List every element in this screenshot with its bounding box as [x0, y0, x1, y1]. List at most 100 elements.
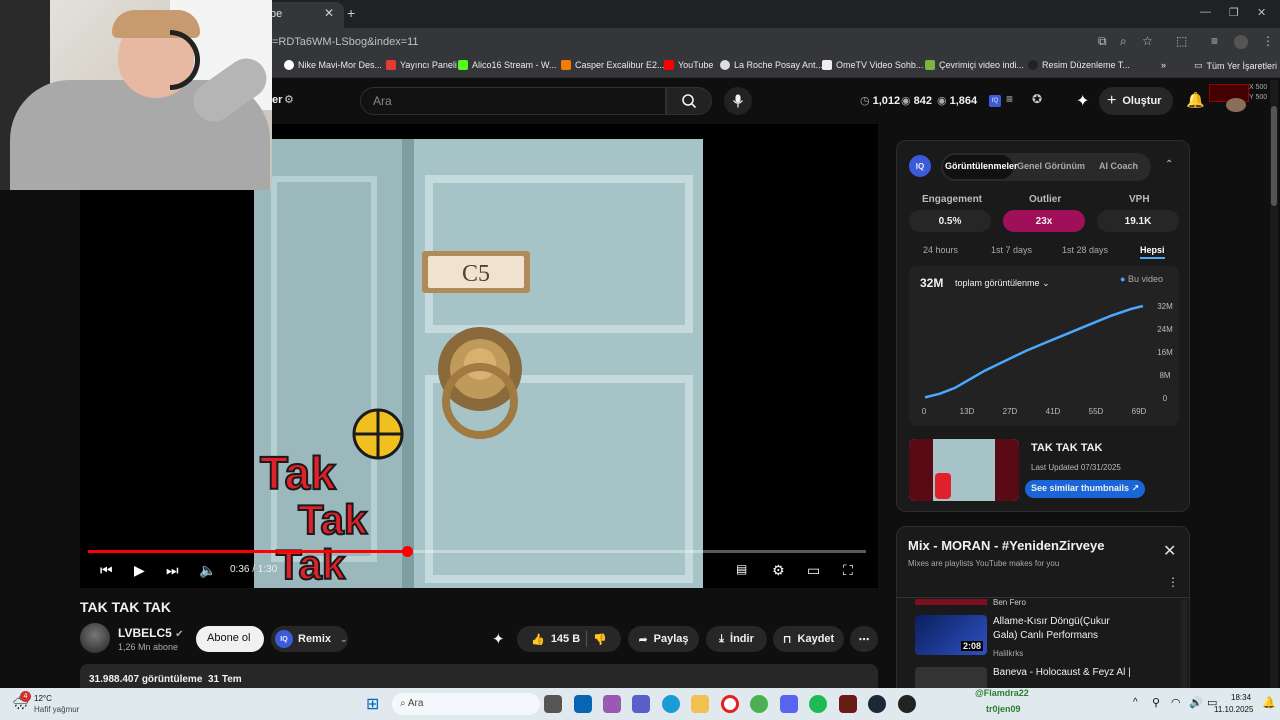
zoom-icon[interactable]: ⌕	[1120, 34, 1127, 49]
progress-handle[interactable]	[401, 546, 413, 557]
extensions-icon[interactable]: ⬚	[1176, 34, 1187, 48]
views-chart-card: 32M toplam görüntülenme ⌄ ● Bu video 32M…	[909, 266, 1179, 426]
range-all[interactable]: Hepsi	[1140, 245, 1165, 259]
download-button[interactable]: ⤓ İndir	[706, 626, 767, 652]
outlook-icon[interactable]	[574, 695, 592, 713]
tab-views[interactable]: Görüntülenmeler	[945, 161, 1018, 171]
thumbs-down-icon[interactable]: 👎	[593, 633, 607, 646]
profile-avatar[interactable]	[1234, 35, 1248, 49]
share-button[interactable]: ➦ Paylaş	[628, 626, 699, 652]
notifications-icon[interactable]: 🔔	[1262, 696, 1276, 709]
more-icon[interactable]: ⋮	[1167, 575, 1179, 589]
bookmark-item[interactable]: Alico16 Stream - W...	[458, 60, 557, 70]
search-input[interactable]: Ara	[360, 87, 666, 115]
tray-overflow-icon[interactable]: ^	[1133, 697, 1138, 708]
progress-bar[interactable]	[88, 546, 866, 557]
vidiq-icon[interactable]: IQ	[989, 95, 1001, 107]
scrollbar-thumb[interactable]	[1271, 106, 1277, 206]
tab-close-icon[interactable]: ✕	[324, 6, 334, 20]
opera-icon[interactable]	[721, 695, 739, 713]
tab-overview[interactable]: Genel Görünüm	[1017, 161, 1085, 171]
voice-search-button[interactable]	[724, 87, 752, 115]
all-bookmarks[interactable]: ▭ Tüm Yer İşaretleri	[1194, 60, 1277, 71]
page-scrollbar[interactable]	[1270, 80, 1278, 688]
badge-icon[interactable]: ✪	[1032, 92, 1042, 106]
metric-value: 19.1K	[1097, 210, 1179, 232]
account-avatar[interactable]	[1226, 98, 1246, 112]
next-icon[interactable]: ⏭	[166, 562, 179, 579]
more-actions-button[interactable]: ⋯	[850, 626, 878, 652]
steam-icon[interactable]	[868, 695, 886, 713]
bookmark-item[interactable]: Nike Mavi-Mor Des...	[284, 60, 382, 70]
theater-icon[interactable]: ▭	[807, 562, 820, 579]
tab-search-icon[interactable]: ≡	[1211, 34, 1218, 48]
minimize-icon[interactable]: —	[1200, 6, 1211, 18]
thumbnail-preview[interactable]	[909, 439, 1019, 501]
task-view-icon[interactable]	[544, 695, 562, 713]
like-dislike-group: 👍 145 B 👎	[517, 626, 621, 652]
spotify-icon[interactable]	[809, 695, 827, 713]
like-button[interactable]: 👍 145 B	[531, 633, 580, 646]
star-icon[interactable]: ☆	[1142, 34, 1153, 48]
play-icon[interactable]: ▶	[134, 562, 145, 579]
list-item-title[interactable]: Allame-Kısır Döngü(Çukur Gala) Canlı Per…	[993, 615, 1133, 643]
new-tab-icon[interactable]: +	[347, 5, 355, 21]
tray-icon[interactable]: ⚲	[1152, 696, 1160, 709]
save-button[interactable]: ⊓ Kaydet	[773, 626, 844, 652]
range-28d[interactable]: 1st 28 days	[1062, 245, 1108, 255]
close-window-icon[interactable]: ✕	[1257, 6, 1266, 19]
game-icon[interactable]	[839, 695, 857, 713]
close-icon[interactable]: ✕	[1163, 541, 1176, 561]
volume-icon[interactable]: 🔈	[199, 562, 216, 579]
windows-start-icon[interactable]: ⊞	[366, 694, 379, 714]
collapse-icon[interactable]: ⌃	[1165, 159, 1173, 170]
teams-icon[interactable]	[632, 695, 650, 713]
edge-icon[interactable]	[662, 695, 680, 713]
bookmark-item[interactable]: Çevrimiçi video indi...	[925, 60, 1024, 70]
tab-ai-coach[interactable]: AI Coach	[1099, 161, 1138, 171]
range-7d[interactable]: 1st 7 days	[991, 245, 1032, 255]
bookmark-item[interactable]: La Roche Posay Ant...	[720, 60, 823, 70]
restore-icon[interactable]: ❐	[1229, 6, 1239, 19]
gemini-icon[interactable]: ✦	[492, 630, 505, 648]
cast-icon[interactable]: ⧉	[1098, 34, 1107, 49]
taskbar-search[interactable]: ⌕ Ara	[392, 693, 540, 715]
gemini-icon[interactable]: ✦	[1076, 91, 1089, 111]
list-item-thumb[interactable]	[915, 599, 987, 605]
similar-thumbnails-button[interactable]: See similar thumbnails ↗	[1025, 480, 1146, 498]
subscribe-button[interactable]: Abone ol	[196, 626, 264, 652]
bookmark-item[interactable]: Yayıncı Paneli	[386, 60, 457, 70]
wifi-icon[interactable]: ◠	[1171, 696, 1181, 709]
video-player[interactable]: C5 Tak Tak Tak ⏮ ▶ ⏭ 🔈 0:36 / 1:30 ▤ ⚙ ▭…	[80, 124, 878, 588]
fullscreen-icon[interactable]: ⛶	[843, 562, 853, 579]
previous-icon[interactable]: ⏮	[100, 562, 113, 579]
channel-name[interactable]: LVBELC5 ✔	[118, 626, 184, 640]
bookmark-item[interactable]: OmeTV Video Sohb...	[822, 60, 923, 70]
list-item-channel: Ben Fero	[993, 598, 1026, 607]
scrollbar[interactable]	[1181, 599, 1187, 689]
list-icon[interactable]: ≡	[1006, 92, 1013, 106]
search-button[interactable]	[666, 87, 712, 115]
channel-avatar[interactable]	[80, 623, 110, 653]
menu-icon[interactable]: ⋮	[1262, 34, 1274, 48]
bookmark-item[interactable]: Resim Düzenleme T...	[1028, 60, 1130, 70]
settings-icon[interactable]: ⚙	[772, 562, 785, 579]
more-icon: ⋯	[858, 633, 870, 646]
remix-button[interactable]: IQ Remix ⌄	[271, 626, 348, 652]
explorer-icon[interactable]	[691, 695, 709, 713]
subtitles-icon[interactable]: ▤	[736, 562, 747, 576]
bookmark-item[interactable]: Casper Excalibur E2...	[561, 60, 665, 70]
bell-icon[interactable]: 🔔	[1186, 91, 1205, 109]
range-24h[interactable]: 24 hours	[923, 245, 958, 255]
bookmark-item[interactable]: YouTube	[664, 60, 713, 70]
volume-icon[interactable]: 🔊	[1189, 696, 1203, 709]
bookmarks-overflow-icon[interactable]: »	[1161, 60, 1166, 70]
chrome-icon[interactable]	[750, 695, 768, 713]
filter-icon[interactable]: ⚙	[284, 93, 294, 106]
url-field[interactable]: =RDTa6WM-LSbog&index=11	[272, 36, 419, 48]
list-item-title[interactable]: Baneva - Holocaust & Feyz Al |	[993, 667, 1131, 678]
app-icon[interactable]	[898, 695, 916, 713]
discord-icon[interactable]	[780, 695, 798, 713]
create-button[interactable]: + Oluştur	[1099, 87, 1173, 115]
copilot-icon[interactable]	[603, 695, 621, 713]
